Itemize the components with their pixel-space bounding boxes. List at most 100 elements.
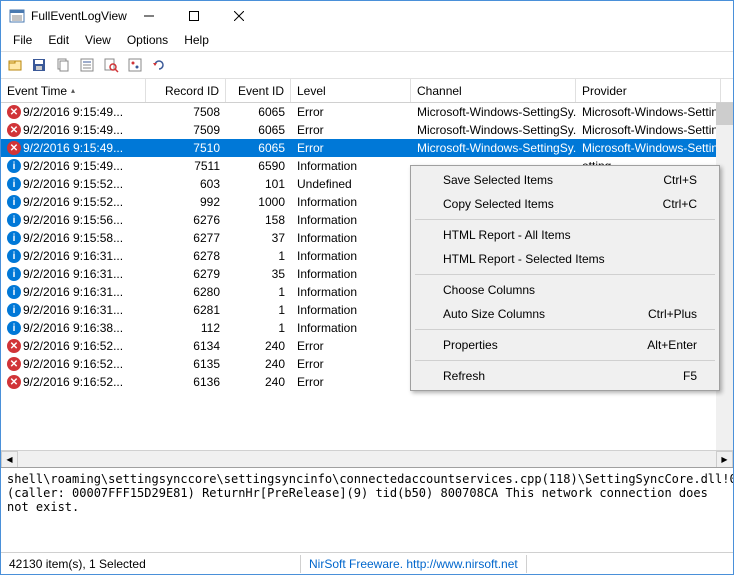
cell-record-id: 6277 [146,230,226,246]
ctx-label: Refresh [443,369,485,383]
cell-record-id: 6279 [146,266,226,282]
cell-level: Information [291,302,411,318]
table-row[interactable]: ✕9/2/2016 9:15:49...75106065ErrorMicroso… [1,139,733,157]
cell-time: 9/2/2016 9:16:52... [23,357,123,371]
horizontal-scrollbar[interactable]: ◀ ▶ [1,450,733,467]
cell-time: 9/2/2016 9:15:58... [23,231,123,245]
scroll-right-button[interactable]: ▶ [716,451,733,468]
toolbar [1,51,733,79]
info-icon: i [7,303,21,317]
error-icon: ✕ [7,339,21,353]
cell-record-id: 7508 [146,104,226,120]
col-header-level[interactable]: Level [291,79,411,102]
cell-event-id: 37 [226,230,291,246]
cell-event-id: 1 [226,320,291,336]
scrollbar-thumb[interactable] [716,103,733,125]
info-icon: i [7,213,21,227]
info-icon: i [7,231,21,245]
titlebar: FullEventLogView [1,1,733,31]
cell-record-id: 6134 [146,338,226,354]
cell-event-id: 240 [226,338,291,354]
statusbar: 42130 item(s), 1 Selected NirSoft Freewa… [1,552,733,574]
error-icon: ✕ [7,141,21,155]
ctx-shortcut: Ctrl+S [663,173,697,187]
menu-edit[interactable]: Edit [40,31,77,51]
ctx-copy-selected-items[interactable]: Copy Selected ItemsCtrl+C [413,192,717,216]
cell-time: 9/2/2016 9:15:49... [23,159,123,173]
ctx-choose-columns[interactable]: Choose Columns [413,278,717,302]
ctx-properties[interactable]: PropertiesAlt+Enter [413,333,717,357]
scroll-left-button[interactable]: ◀ [1,451,18,468]
col-header-provider[interactable]: Provider [576,79,721,102]
menubar: File Edit View Options Help [1,31,733,51]
cell-event-id: 1 [226,248,291,264]
status-freeware-link[interactable]: NirSoft Freeware. http://www.nirsoft.net [301,555,527,573]
cell-event-id: 240 [226,356,291,372]
tool-properties-icon[interactable] [77,55,97,75]
col-header-record-id[interactable]: Record ID [146,79,226,102]
ctx-label: Choose Columns [443,283,535,297]
cell-provider: Microsoft-Windows-Setting [576,122,721,138]
cell-record-id: 6278 [146,248,226,264]
cell-level: Error [291,140,411,156]
cell-channel: Microsoft-Windows-SettingSy... [411,140,576,156]
col-header-event-id[interactable]: Event ID [226,79,291,102]
menu-options[interactable]: Options [119,31,176,51]
close-button[interactable] [217,2,262,30]
error-icon: ✕ [7,123,21,137]
cell-level: Information [291,284,411,300]
tool-copy-icon[interactable] [53,55,73,75]
ctx-html-report-selected-items[interactable]: HTML Report - Selected Items [413,247,717,271]
maximize-button[interactable] [172,2,217,30]
cell-level: Undefined [291,176,411,192]
col-header-channel[interactable]: Channel [411,79,576,102]
cell-level: Information [291,194,411,210]
cell-record-id: 603 [146,176,226,192]
cell-time: 9/2/2016 9:15:56... [23,213,123,227]
ctx-refresh[interactable]: RefreshF5 [413,364,717,388]
cell-event-id: 1 [226,284,291,300]
cell-channel: Microsoft-Windows-SettingSy... [411,104,576,120]
cell-event-id: 158 [226,212,291,228]
tool-save-icon[interactable] [29,55,49,75]
cell-level: Error [291,104,411,120]
table-row[interactable]: ✕9/2/2016 9:15:49...75096065ErrorMicroso… [1,121,733,139]
cell-time: 9/2/2016 9:16:31... [23,303,123,317]
cell-level: Error [291,338,411,354]
cell-record-id: 6280 [146,284,226,300]
info-icon: i [7,267,21,281]
cell-record-id: 7510 [146,140,226,156]
cell-channel: Microsoft-Windows-SettingSy... [411,122,576,138]
menu-help[interactable]: Help [176,31,217,51]
cell-time: 9/2/2016 9:16:31... [23,267,123,281]
ctx-label: Auto Size Columns [443,307,545,321]
tool-find-icon[interactable] [101,55,121,75]
info-icon: i [7,249,21,263]
cell-provider: Microsoft-Windows-Setting [576,104,721,120]
menu-separator [415,219,715,220]
ctx-save-selected-items[interactable]: Save Selected ItemsCtrl+S [413,168,717,192]
cell-provider: Microsoft-Windows-Setting [576,140,721,156]
menu-view[interactable]: View [77,31,119,51]
ctx-label: HTML Report - All Items [443,228,571,242]
tool-open-icon[interactable] [5,55,25,75]
minimize-button[interactable] [127,2,172,30]
col-header-event-time[interactable]: Event Time▴ [1,79,146,102]
cell-time: 9/2/2016 9:16:52... [23,375,123,389]
cell-record-id: 6136 [146,374,226,390]
tool-options-icon[interactable] [125,55,145,75]
ctx-shortcut: Ctrl+Plus [648,307,697,321]
table-row[interactable]: ✕9/2/2016 9:15:49...75086065ErrorMicroso… [1,103,733,121]
info-icon: i [7,159,21,173]
ctx-html-report-all-items[interactable]: HTML Report - All Items [413,223,717,247]
info-icon: i [7,321,21,335]
cell-time: 9/2/2016 9:16:52... [23,339,123,353]
error-icon: ✕ [7,105,21,119]
tool-refresh-icon[interactable] [149,55,169,75]
cell-time: 9/2/2016 9:15:52... [23,177,123,191]
ctx-auto-size-columns[interactable]: Auto Size Columns Ctrl+Plus [413,302,717,326]
cell-level: Error [291,122,411,138]
detail-pane[interactable]: shell\roaming\settingsynccore\settingsyn… [1,467,733,552]
cell-record-id: 112 [146,320,226,336]
menu-file[interactable]: File [5,31,40,51]
